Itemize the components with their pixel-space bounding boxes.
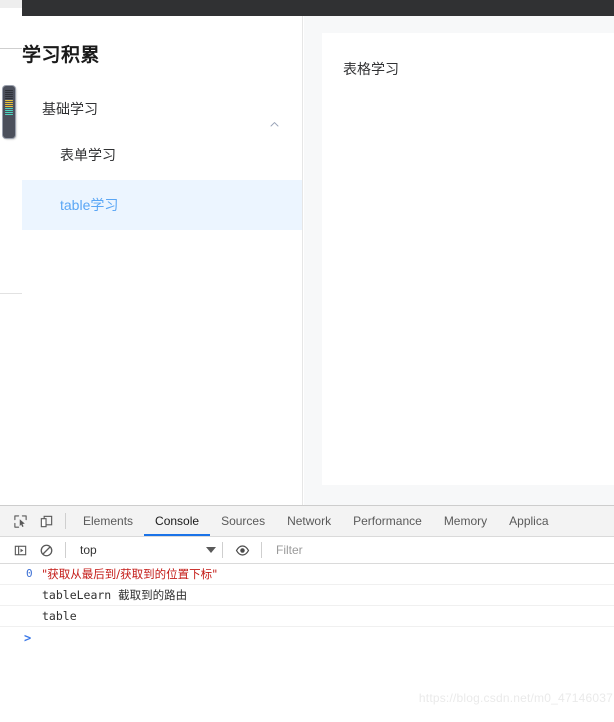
minimap-stripe [5,98,13,99]
device-toolbar-icon[interactable] [33,508,59,534]
console-message-list: 0 "获取从最后到/获取到的位置下标" tableLearn 截取到的路由 ta… [0,564,614,649]
sidebar-group-basic-study[interactable]: 基础学习 [22,88,302,130]
tab-label: Network [287,514,332,528]
toolbar-separator [222,542,223,558]
minimap-stripe [5,112,13,113]
page-gutter-divider [0,48,22,49]
scroll-minimap-widget[interactable] [3,86,15,138]
tab-elements[interactable]: Elements [72,506,144,536]
minimap-stripe [5,90,13,91]
tab-performance[interactable]: Performance [342,506,433,536]
toolbar-separator [65,513,66,529]
console-row-badge: 0 [26,567,33,580]
page-gutter-stub [0,0,22,8]
sidebar-group-label: 基础学习 [42,101,98,117]
minimap-stripe [5,110,13,111]
card-title: 表格学习 [343,61,399,77]
sidebar-item-label: 表单学习 [60,147,116,163]
tab-label: Applica [509,514,549,528]
tab-console[interactable]: Console [144,506,211,536]
top-navigation-bar [22,0,614,16]
tab-label: Elements [83,514,134,528]
console-row[interactable]: table [0,606,614,627]
console-row-text: "获取从最后到/获取到的位置下标" [42,567,218,581]
console-filter-input[interactable] [268,539,614,561]
minimap-stripe [5,102,13,103]
sidebar-menu: 基础学习 表单学习 table学习 [22,88,302,230]
toolbar-separator [261,542,262,558]
sidebar: 学习积累 基础学习 表单学习 table学习 [22,16,303,505]
clear-console-icon[interactable] [33,537,59,563]
tab-sources[interactable]: Sources [210,506,276,536]
chevron-up-icon [269,104,280,127]
app-root: 学习积累 基础学习 表单学习 table学习 表格学习 Elements Con… [0,0,614,722]
minimap-stripe [5,106,13,107]
minimap-stripe [5,96,13,97]
inspect-element-icon[interactable] [7,508,33,534]
toolbar-separator [65,542,66,558]
chevron-down-icon[interactable] [206,547,216,553]
content-card: 表格学习 [322,33,614,485]
tab-label: Memory [443,514,488,528]
main-content-area: 表格学习 [304,16,614,505]
console-row[interactable]: 0 "获取从最后到/获取到的位置下标" [0,564,614,585]
console-row-text: table [42,609,77,623]
js-context-selector[interactable]: top [72,543,206,557]
sidebar-item-table-study[interactable]: table学习 [22,180,302,230]
console-row[interactable]: tableLearn 截取到的路由 [0,585,614,606]
console-sidebar-toggle-icon[interactable] [7,537,33,563]
prompt-chevron-icon: > [24,631,32,645]
tab-label: Sources [221,514,266,528]
tab-label: Console [155,514,200,528]
watermark: https://blog.csdn.net/m0_47146037 [418,691,613,705]
minimap-stripe [5,92,13,93]
devtools-tab-list: Elements Console Sources Network Perform… [72,506,560,536]
sidebar-item-form-study[interactable]: 表单学习 [22,130,302,180]
console-input-prompt[interactable]: > [0,627,614,649]
tab-label: Performance [353,514,422,528]
sidebar-item-label: table学习 [60,197,119,213]
minimap-stripe [5,108,13,109]
browser-page: 学习积累 基础学习 表单学习 table学习 表格学习 [0,0,614,505]
devtools-panel: Elements Console Sources Network Perform… [0,505,614,722]
devtools-tabbar: Elements Console Sources Network Perform… [0,506,614,537]
tab-memory[interactable]: Memory [433,506,498,536]
minimap-stripe [5,100,13,101]
minimap-stripe [5,114,13,115]
console-row-text: tableLearn 截取到的路由 [42,588,188,602]
minimap-stripe [5,104,13,105]
tab-application[interactable]: Applica [498,506,559,536]
console-toolbar: top [0,537,614,564]
page-gutter-divider-lower [0,293,22,294]
tab-network[interactable]: Network [276,506,342,536]
minimap-stripe [5,94,13,95]
live-expression-eye-icon[interactable] [229,537,255,563]
page-title: 学习积累 [22,45,101,66]
